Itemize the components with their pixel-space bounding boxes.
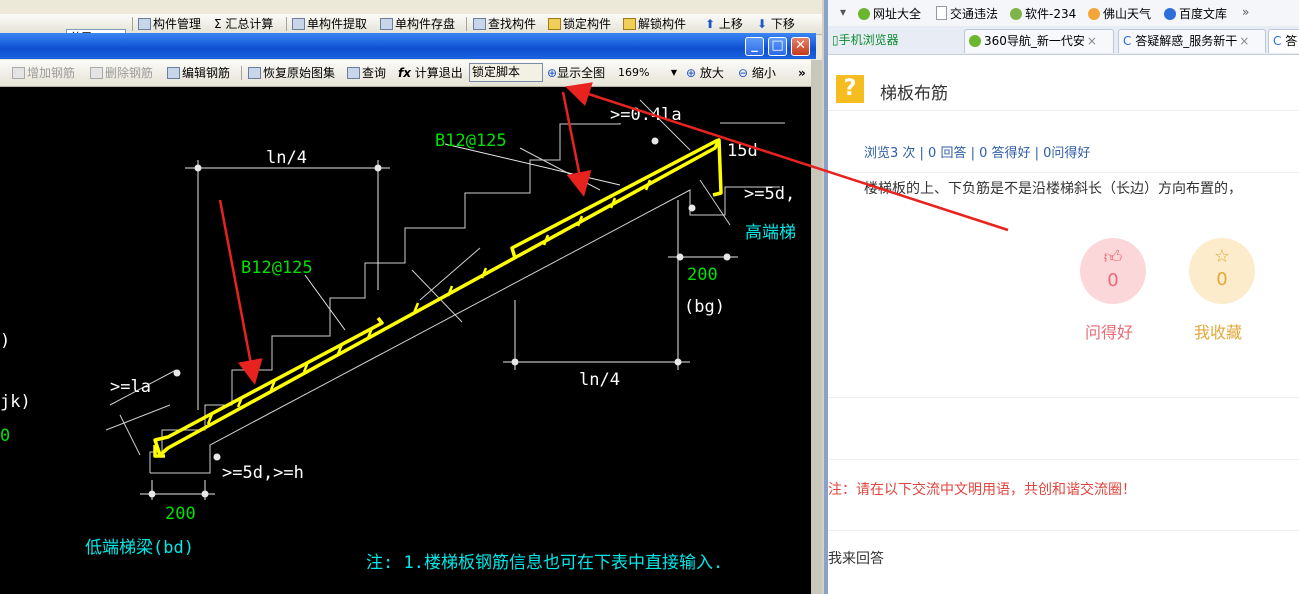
arrow-to-top-rebar [561, 91, 592, 197]
arrow-to-bottom-rebar [218, 199, 263, 385]
arrow-to-lock-script [565, 82, 1009, 232]
red-arrows [218, 82, 1009, 385]
annotation-overlay [218, 82, 1009, 385]
